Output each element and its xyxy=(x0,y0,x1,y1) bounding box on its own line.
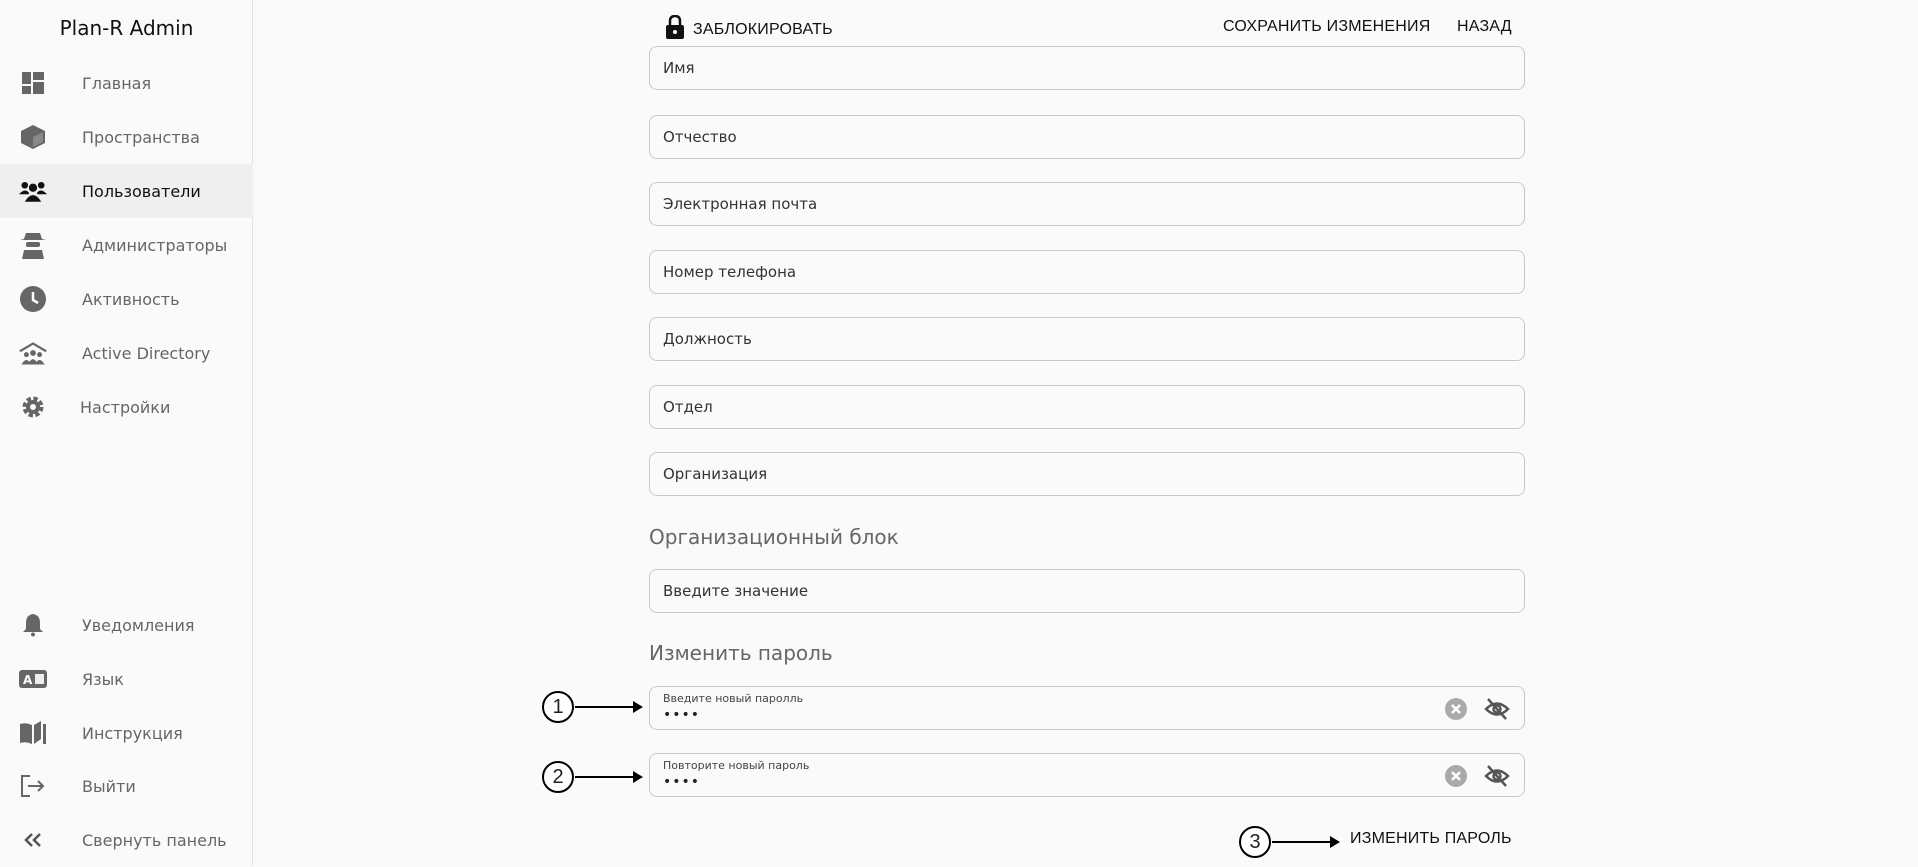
sidebar-item-label: Active Directory xyxy=(82,343,211,363)
gear-icon xyxy=(19,393,47,421)
field-value: •••• xyxy=(663,774,701,790)
sidebar-item-home[interactable]: Главная xyxy=(0,56,253,110)
save-changes-button[interactable]: СОХРАНИТЬ ИЗМЕНЕНИЯ xyxy=(1223,18,1430,36)
dashboard-icon xyxy=(19,69,47,97)
sidebar: Plan-R Admin Главная Пространства Пользо… xyxy=(0,0,253,866)
sidebar-item-label: Свернуть панель xyxy=(82,830,227,850)
field-value: •••• xyxy=(663,707,701,723)
field-placeholder: Организация xyxy=(663,465,768,483)
logout-icon xyxy=(19,772,47,800)
eye-off-icon[interactable] xyxy=(1484,697,1510,725)
sidebar-item-collapse[interactable]: Свернуть панель xyxy=(0,813,253,867)
repeat-password-input[interactable]: Повторите новый пароль •••• xyxy=(649,753,1525,797)
admin-spy-icon xyxy=(19,231,47,259)
change-password-button[interactable]: ИЗМЕНИТЬ ПАРОЛЬ xyxy=(1350,830,1512,848)
svg-text:A: A xyxy=(23,673,33,687)
back-button[interactable]: НАЗАД xyxy=(1457,18,1512,36)
eye-off-icon[interactable] xyxy=(1484,764,1510,792)
email-input[interactable]: Электронная почта xyxy=(649,182,1525,226)
sidebar-item-logout[interactable]: Выйти xyxy=(0,759,253,813)
sidebar-item-instructions[interactable]: Инструкция xyxy=(0,706,253,760)
phone-input[interactable]: Номер телефона xyxy=(649,250,1525,294)
callout-arrow xyxy=(1272,836,1340,848)
field-placeholder: Имя xyxy=(663,59,695,77)
sidebar-item-settings[interactable]: Настройки xyxy=(0,380,253,434)
sidebar-item-label: Пользователи xyxy=(82,181,201,201)
sidebar-item-activity[interactable]: Активность xyxy=(0,272,253,326)
organization-input[interactable]: Организация xyxy=(649,452,1525,496)
sidebar-item-notifications[interactable]: Уведомления xyxy=(0,598,253,652)
field-placeholder: Отчество xyxy=(663,128,737,146)
sidebar-item-label: Активность xyxy=(82,289,180,309)
sidebar-item-label: Уведомления xyxy=(82,615,195,635)
position-input[interactable]: Должность xyxy=(649,317,1525,361)
users-icon xyxy=(19,177,47,205)
callout-arrow xyxy=(575,771,643,783)
sidebar-item-label: Пространства xyxy=(82,127,200,147)
sidebar-item-active-directory[interactable]: Active Directory xyxy=(0,326,253,380)
field-placeholder: Электронная почта xyxy=(663,195,818,213)
org-block-title: Организационный блок xyxy=(649,525,899,549)
lock-button[interactable]: ЗАБЛОКИРОВАТЬ xyxy=(665,14,833,44)
callout-2: 2 xyxy=(542,761,574,793)
cube-icon xyxy=(19,123,47,151)
org-block-input[interactable]: Введите значение xyxy=(649,569,1525,613)
change-password-title: Изменить пароль xyxy=(649,641,833,665)
sidebar-item-label: Главная xyxy=(82,73,152,93)
field-label: Введите новый паролль xyxy=(663,692,804,705)
sidebar-item-label: Администраторы xyxy=(82,235,228,255)
bell-icon xyxy=(19,611,47,639)
field-placeholder: Введите значение xyxy=(663,582,809,600)
sidebar-item-admins[interactable]: Администраторы xyxy=(0,218,253,272)
field-placeholder: Номер телефона xyxy=(663,263,797,281)
first-name-input[interactable]: Имя xyxy=(649,46,1525,90)
sidebar-item-label: Язык xyxy=(82,669,124,689)
chevrons-left-icon xyxy=(19,826,47,854)
callout-3: 3 xyxy=(1239,826,1271,858)
lock-button-label: ЗАБЛОКИРОВАТЬ xyxy=(693,20,833,38)
callout-1: 1 xyxy=(542,691,574,723)
new-password-input[interactable]: Введите новый паролль •••• xyxy=(649,686,1525,730)
sidebar-item-label: Инструкция xyxy=(82,723,183,743)
middle-name-input[interactable]: Отчество xyxy=(649,115,1525,159)
clear-icon[interactable] xyxy=(1444,764,1468,792)
sidebar-item-label: Выйти xyxy=(82,776,136,796)
language-icon: A xyxy=(19,665,47,693)
field-label: Повторите новый пароль xyxy=(663,759,810,772)
sidebar-item-label: Настройки xyxy=(80,397,171,417)
lock-icon xyxy=(665,14,685,44)
clear-icon[interactable] xyxy=(1444,697,1468,725)
clock-icon xyxy=(19,285,47,313)
sidebar-item-language[interactable]: A Язык xyxy=(0,652,253,706)
department-input[interactable]: Отдел xyxy=(649,385,1525,429)
app-title: Plan-R Admin xyxy=(59,16,194,40)
callout-arrow xyxy=(575,701,643,713)
field-placeholder: Должность xyxy=(663,330,752,348)
sidebar-item-spaces[interactable]: Пространства xyxy=(0,110,253,164)
book-icon xyxy=(19,719,47,747)
house-users-icon xyxy=(19,339,47,367)
sidebar-item-users[interactable]: Пользователи xyxy=(0,164,253,218)
field-placeholder: Отдел xyxy=(663,398,713,416)
